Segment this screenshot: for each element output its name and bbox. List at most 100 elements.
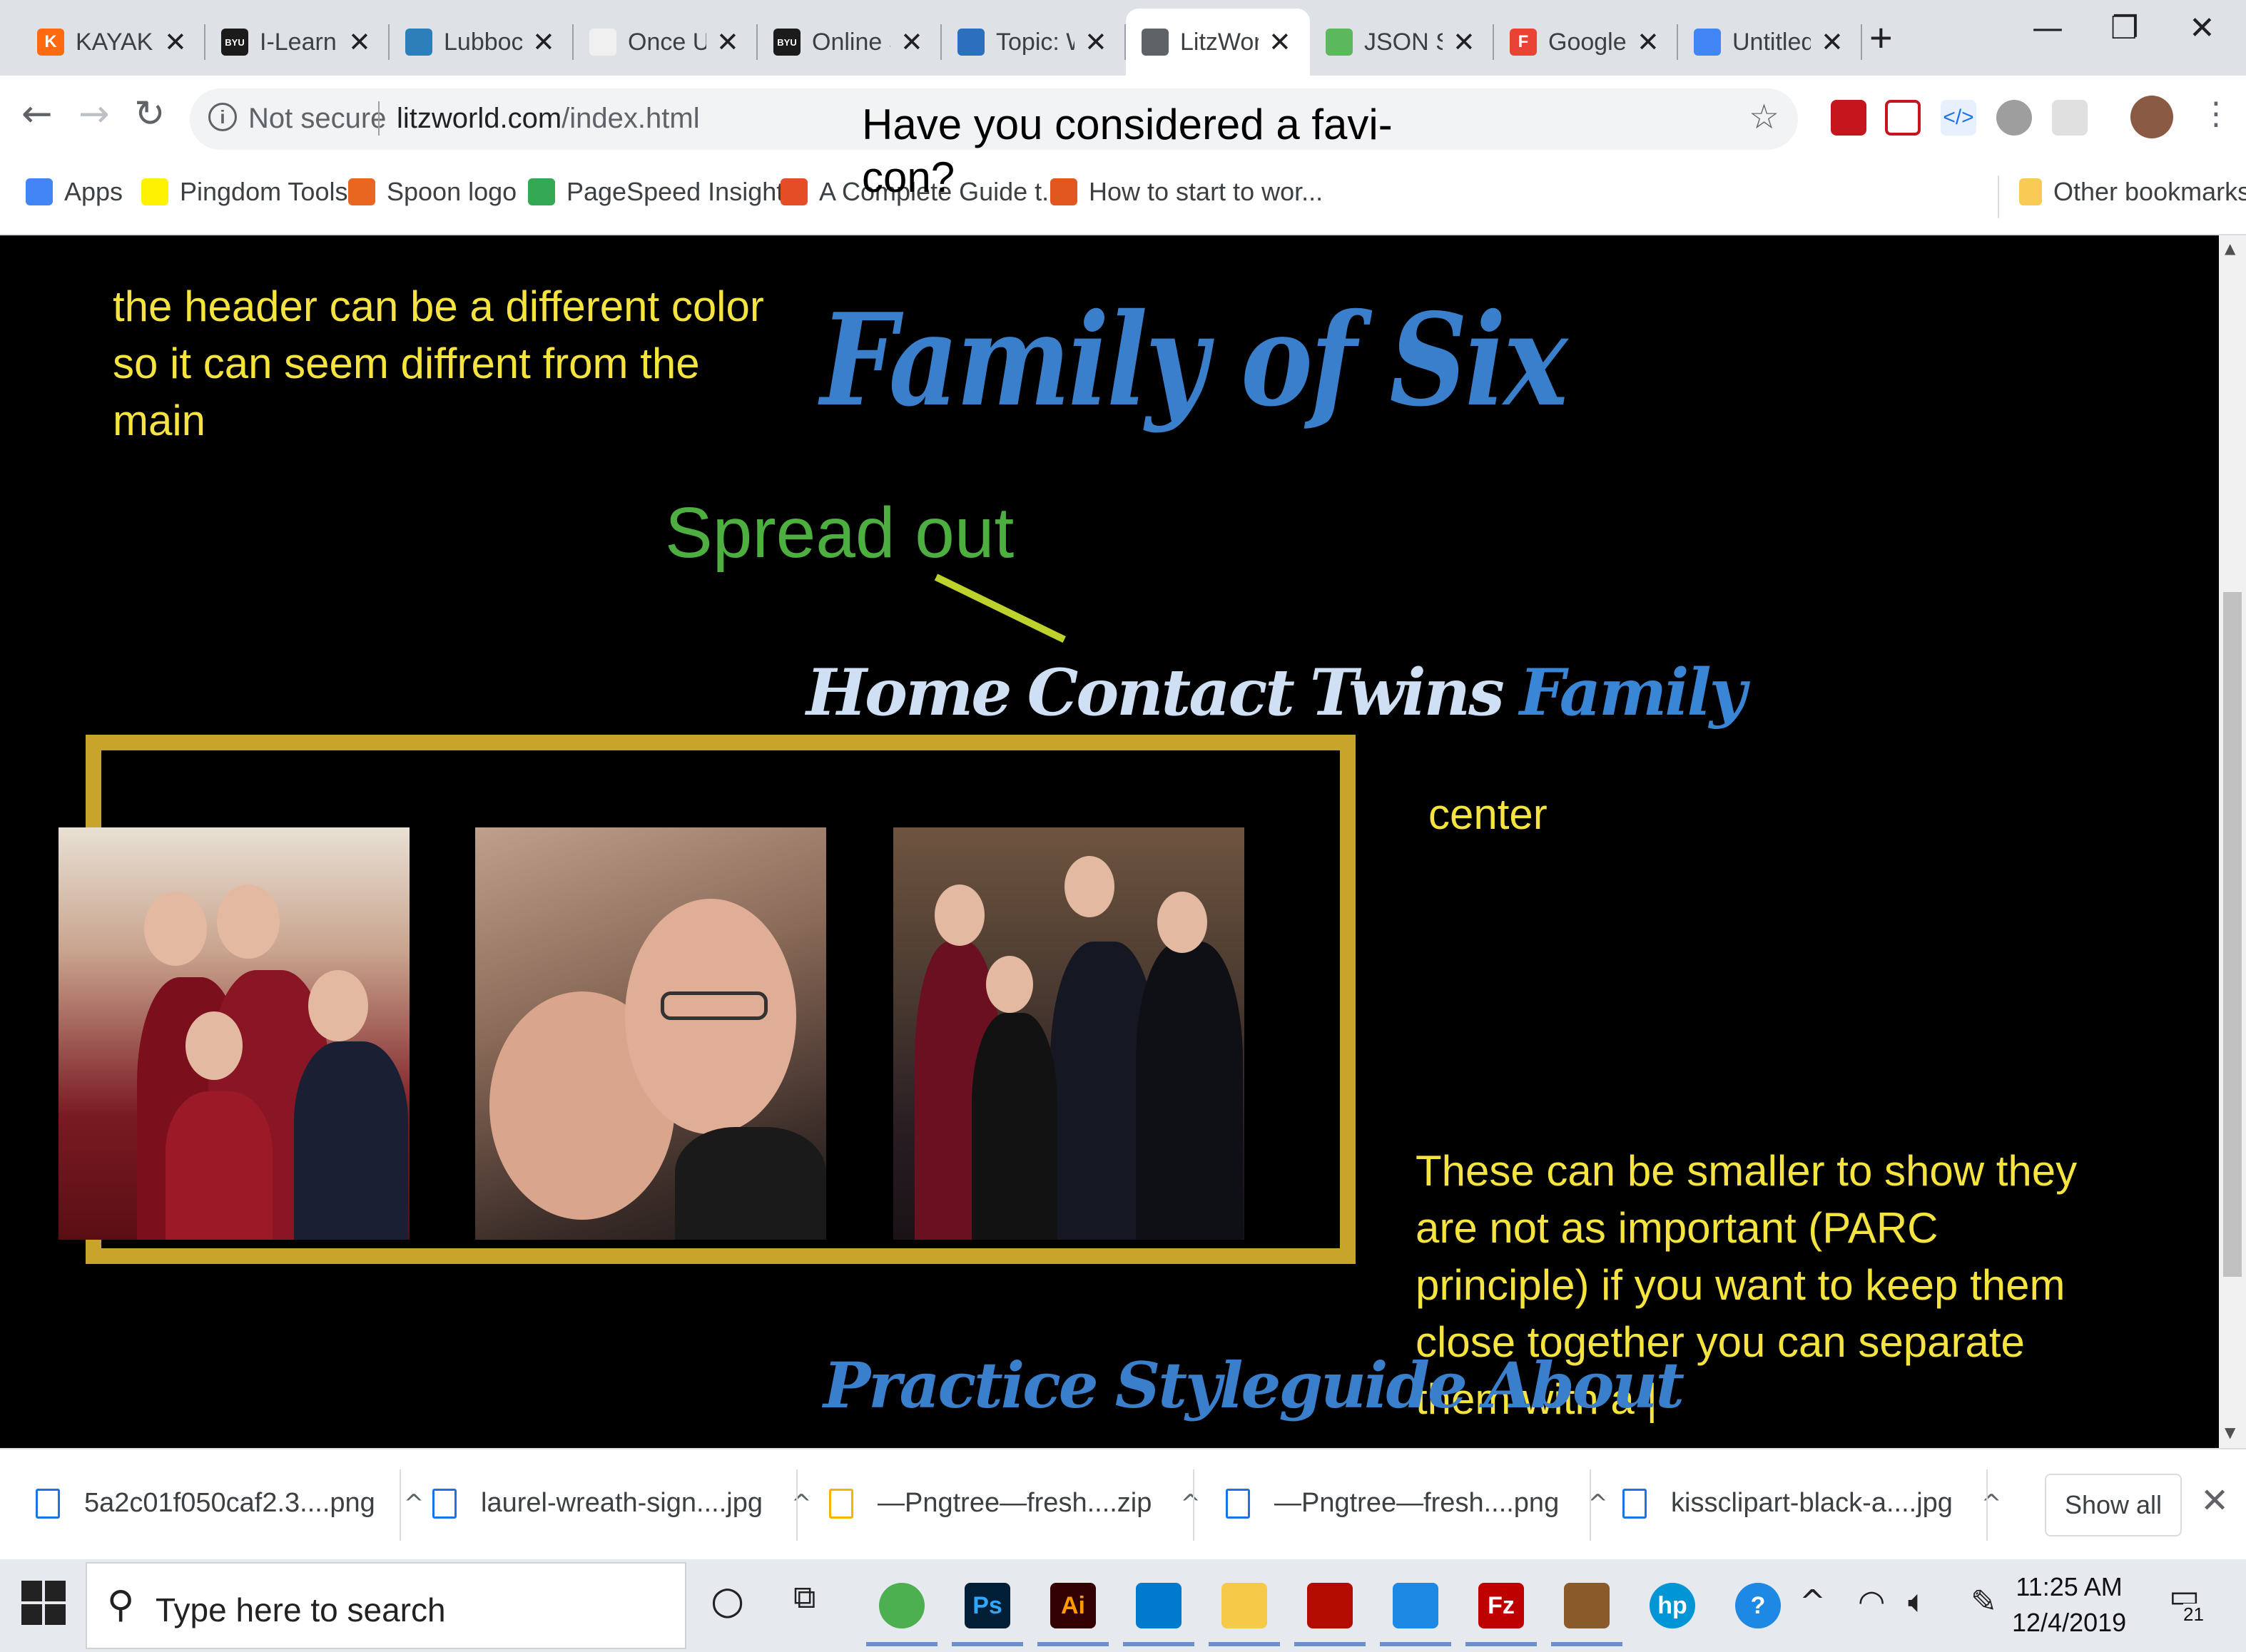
nav-link-twins[interactable]: Twins — [1310, 655, 1505, 730]
nav-link-practice[interactable]: Practice — [823, 1348, 1099, 1422]
settings-extension-icon[interactable] — [1996, 100, 2032, 136]
nav-link-contact[interactable]: Contact — [1027, 655, 1295, 730]
folder-icon — [2019, 178, 2042, 205]
url-text[interactable]: litzworld.com/index.html — [397, 103, 700, 135]
taskbar-app[interactable] — [1376, 1565, 1455, 1646]
taskbar-app[interactable] — [1119, 1565, 1199, 1646]
nav-link-about[interactable]: About — [1484, 1348, 1685, 1422]
tab-title: Once U — [628, 28, 706, 56]
tab-i-learn[interactable]: BYU I-Learn ✕ — [205, 9, 390, 76]
tab-topic-w[interactable]: Topic: W ✕ — [942, 9, 1126, 76]
page-scrollbar[interactable]: ▲ ▼ — [2219, 235, 2246, 1448]
taskbar-app[interactable] — [862, 1565, 942, 1646]
chart-bars-icon — [957, 29, 985, 56]
taskbar-app[interactable] — [1204, 1565, 1284, 1646]
close-downloads-icon[interactable]: ✕ — [2200, 1481, 2229, 1521]
task-view-icon[interactable]: ⧉ — [793, 1579, 815, 1616]
back-arrow-icon[interactable]: ← — [21, 93, 53, 136]
close-tab-icon[interactable]: ✕ — [164, 26, 187, 58]
scroll-up-arrow-icon[interactable]: ▲ — [2225, 240, 2235, 257]
nav-link-styleguide[interactable]: Styleguide — [1115, 1348, 1468, 1422]
volume-icon[interactable]: 🔈︎ — [1908, 1584, 1926, 1620]
cortana-icon[interactable]: ○ — [711, 1578, 744, 1623]
tab-litzwor[interactable]: LitzWor ✕ — [1126, 9, 1310, 76]
tab-online-s[interactable]: BYU Online S ✕ — [758, 9, 942, 76]
taskbar-clock[interactable]: 11:25 AM 12/4/2019 — [2012, 1569, 2126, 1641]
nav-link-family[interactable]: Family — [1520, 655, 1747, 730]
restore-button[interactable]: ❐ — [2110, 10, 2138, 46]
download-item[interactable]: —Pngtree—fresh....zip ^ — [829, 1488, 1201, 1519]
image-file-icon — [36, 1488, 60, 1519]
taskbar-app[interactable]: Ai — [1033, 1565, 1113, 1646]
download-item[interactable]: laurel-wreath-sign....jpg ^ — [432, 1488, 811, 1519]
download-item[interactable]: 5a2c01f050caf2.3....png ^ — [36, 1488, 424, 1519]
tab-kayak[interactable]: K KAYAK ✕ — [21, 9, 205, 76]
close-tab-icon[interactable]: ✕ — [900, 26, 923, 58]
nav-link-home[interactable]: Home — [806, 655, 1012, 730]
taskbar-app[interactable]: Ps — [947, 1565, 1027, 1646]
download-item[interactable]: —Pngtree—fresh....png ^ — [1226, 1488, 1608, 1519]
chevron-up-icon[interactable]: ^ — [1981, 1489, 2002, 1518]
forward-arrow-icon[interactable]: → — [78, 93, 110, 136]
profile-avatar[interactable] — [2130, 96, 2173, 138]
windows-taskbar: ⚲ Type here to search ○ ⧉ Ps Ai Fz hp? ^ ◠ … — [0, 1559, 2246, 1652]
file-explorer-icon — [1221, 1583, 1267, 1628]
menu-dots-icon[interactable]: ⋮ — [2200, 96, 2232, 132]
tab-google[interactable]: F Google ✕ — [1494, 9, 1678, 76]
tab-once-u[interactable]: Once U ✕ — [574, 9, 758, 76]
chevron-up-icon[interactable]: ^ — [1180, 1489, 1201, 1518]
scroll-down-arrow-icon[interactable]: ▼ — [2225, 1424, 2235, 1441]
tab-untitled[interactable]: Untitled ✕ — [1678, 9, 1862, 76]
taskbar-app[interactable]: Fz — [1461, 1565, 1541, 1646]
code-extension-icon[interactable]: </> — [1941, 100, 1976, 136]
taskbar-search-placeholder: Type here to search — [156, 1591, 446, 1628]
minimize-button[interactable]: — — [2032, 10, 2063, 46]
show-all-downloads-button[interactable]: Show all — [2045, 1474, 2182, 1536]
tab-json-s[interactable]: JSON S ✕ — [1310, 9, 1494, 76]
close-tab-icon[interactable]: ✕ — [1637, 26, 1660, 58]
close-tab-icon[interactable]: ✕ — [1084, 26, 1107, 58]
chevron-up-icon[interactable]: ^ — [791, 1489, 812, 1518]
tab-lubbock[interactable]: Lubbock ✕ — [390, 9, 574, 76]
close-tab-icon[interactable]: ✕ — [1269, 26, 1291, 58]
close-tab-icon[interactable]: ✕ — [532, 26, 555, 58]
zip-file-icon — [829, 1488, 853, 1519]
tab-title: Topic: W — [996, 28, 1074, 56]
clock-date: 12/4/2019 — [2012, 1608, 2127, 1637]
taskbar-app[interactable] — [1290, 1565, 1370, 1646]
download-divider — [1193, 1469, 1194, 1541]
close-tab-icon[interactable]: ✕ — [1453, 26, 1475, 58]
bookmark-item[interactable]: Spoon logo — [348, 177, 517, 207]
chrome-icon — [879, 1583, 925, 1628]
network-icon[interactable]: ◠ — [1858, 1584, 1885, 1620]
other-bookmarks[interactable]: Other bookmarks — [2019, 177, 2246, 207]
bookmark-item[interactable]: Apps — [26, 177, 123, 207]
tray-expand-icon[interactable]: ^ — [1799, 1584, 1826, 1620]
taskbar-app[interactable]: hp — [1632, 1565, 1712, 1646]
close-tab-icon[interactable]: ✕ — [348, 26, 371, 58]
pen-icon[interactable]: ✎ — [1971, 1584, 1997, 1620]
close-tab-icon[interactable]: ✕ — [716, 26, 739, 58]
photoshop-icon: Ps — [965, 1583, 1010, 1628]
taskbar-app[interactable]: ? — [1718, 1565, 1798, 1646]
download-item[interactable]: kissclipart-black-a....jpg ^ — [1622, 1488, 2001, 1519]
security-label: Not secure — [248, 103, 387, 134]
info-icon[interactable]: i — [208, 103, 237, 131]
taskbar-app[interactable] — [1547, 1565, 1627, 1646]
reader-extension-icon[interactable] — [2052, 100, 2088, 136]
taskbar-search-box[interactable]: ⚲ Type here to search — [86, 1562, 686, 1649]
bookmark-item[interactable]: Pingdom Tools — [141, 177, 347, 207]
site-title: Family of Six — [820, 285, 1568, 434]
acrobat-extension-icon[interactable] — [1831, 100, 1866, 136]
new-tab-button[interactable]: + — [1869, 14, 1893, 61]
scroll-thumb[interactable] — [2223, 592, 2242, 1277]
close-tab-icon[interactable]: ✕ — [1821, 26, 1844, 58]
chevron-up-icon[interactable]: ^ — [404, 1489, 425, 1518]
close-window-button[interactable]: ✕ — [2189, 10, 2215, 46]
bookmark-item[interactable]: PageSpeed Insights — [528, 177, 796, 207]
mcafee-extension-icon[interactable] — [1885, 100, 1921, 136]
bookmark-star-icon[interactable]: ☆ — [1749, 97, 1779, 137]
reload-icon[interactable]: ↻ — [134, 93, 166, 136]
kayak-icon: K — [37, 29, 64, 56]
windows-start-button[interactable] — [21, 1581, 66, 1625]
